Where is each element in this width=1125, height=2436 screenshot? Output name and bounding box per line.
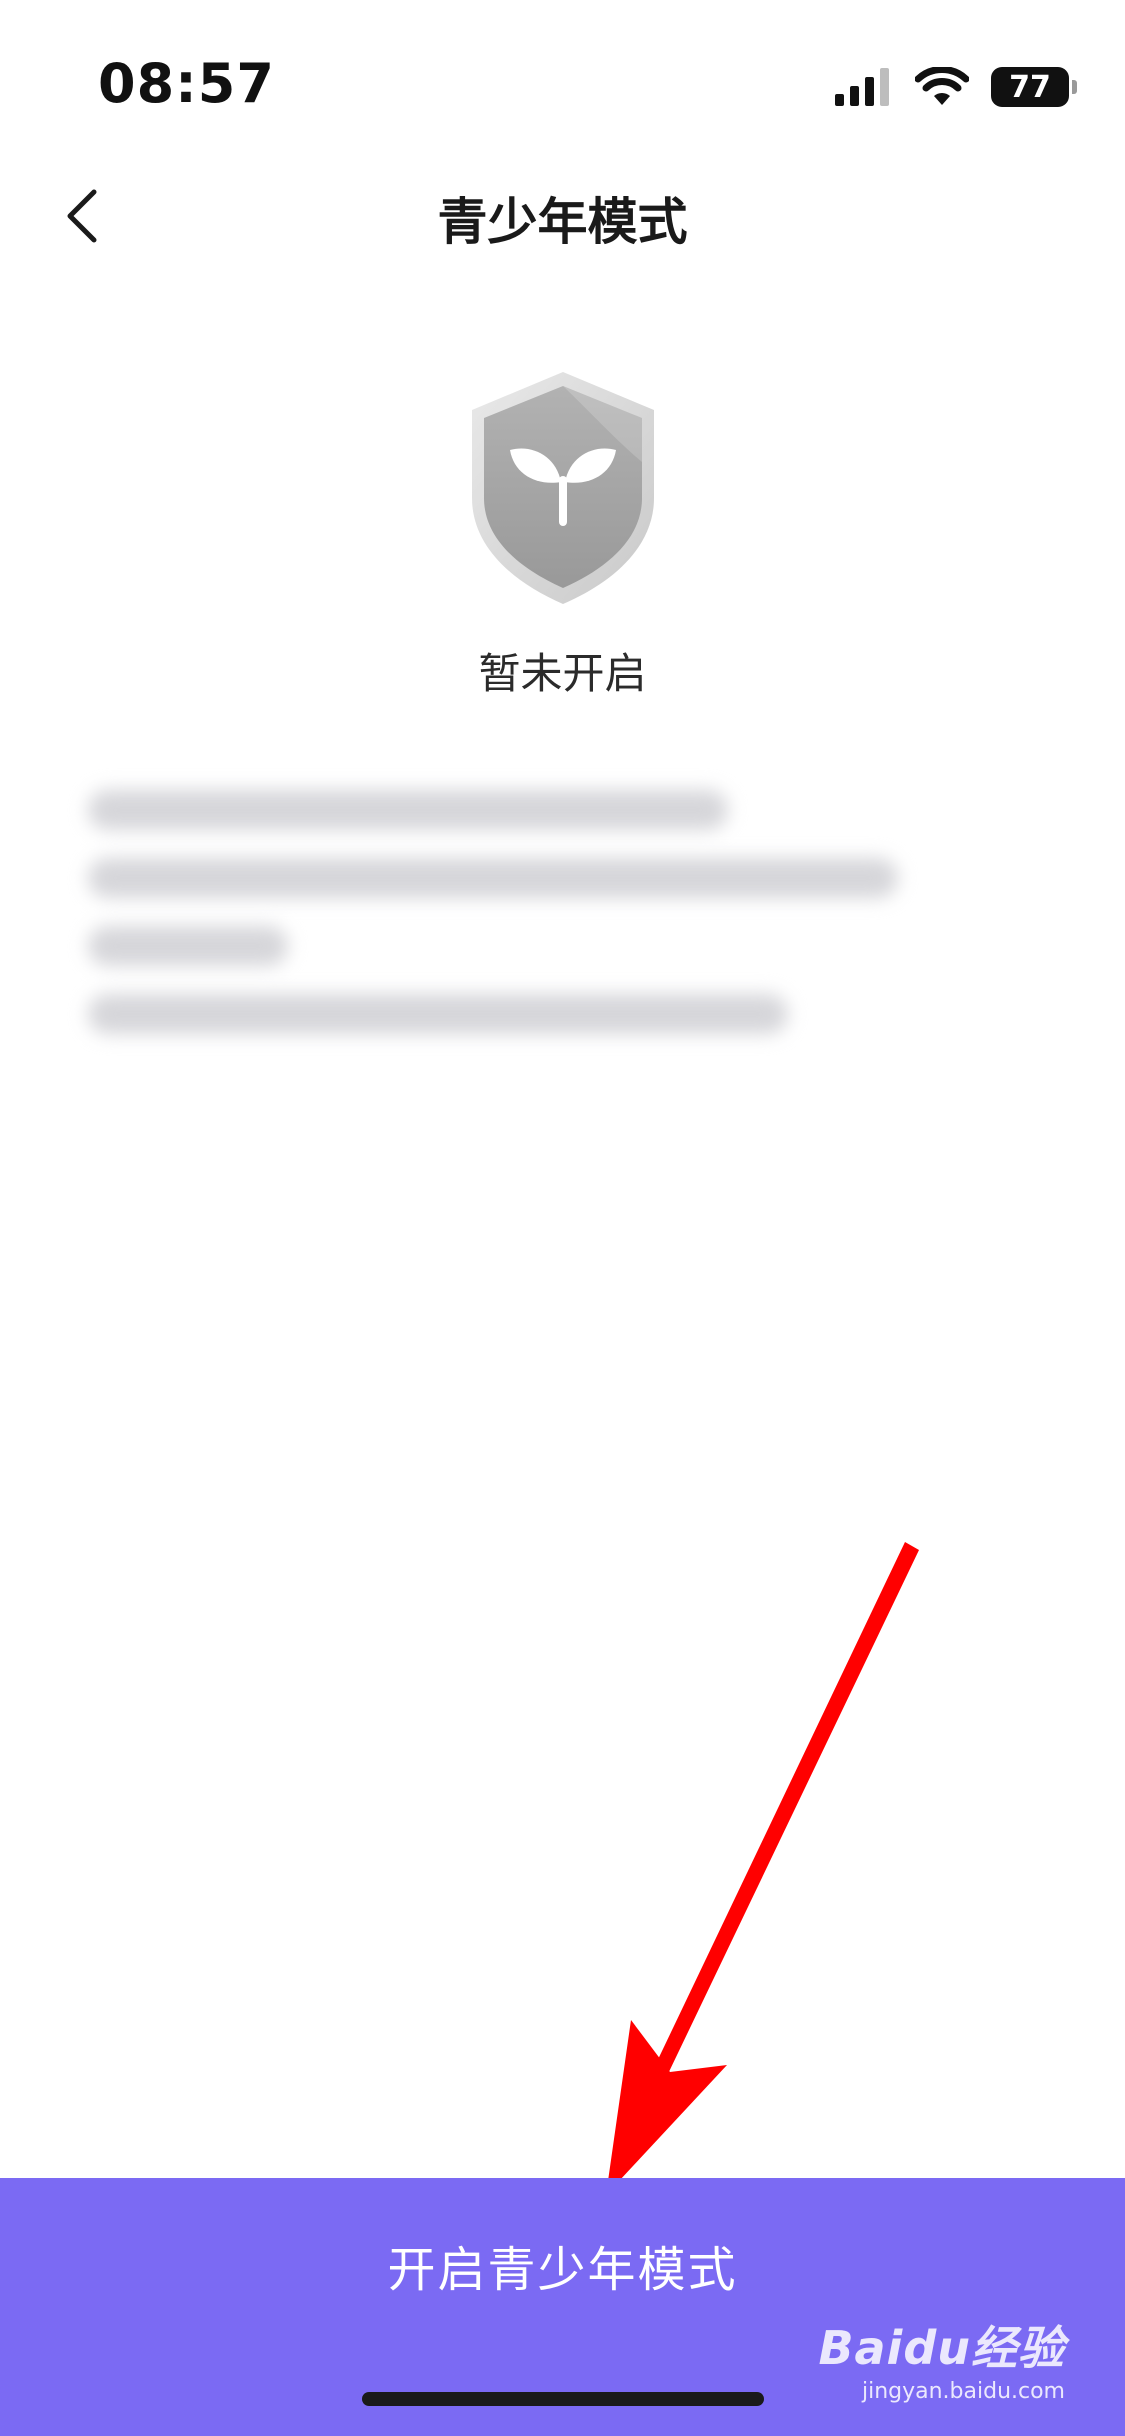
status-time: 08:57: [98, 52, 275, 115]
red-arrow-icon: [598, 1534, 927, 2203]
mode-description: [88, 790, 928, 1062]
baidu-watermark: Baidu经验 jingyan.baidu.com: [815, 2318, 1065, 2418]
cellular-signal-icon: [835, 68, 889, 106]
shield-sprout-icon: [472, 372, 654, 604]
description-line: [88, 790, 728, 830]
page-title: 青少年模式: [437, 193, 688, 251]
status-icons: 77: [835, 62, 1077, 112]
description-line: [88, 858, 898, 898]
battery-cap: [1072, 80, 1077, 94]
teen-mode-screen: 08:57 77 青少年模式 暂未开启 开启青少年模式 Baidu经验 jing…: [0, 0, 1125, 2436]
mode-status-label: 暂未开启: [478, 649, 647, 698]
wifi-icon: [915, 67, 969, 105]
watermark-domain: jingyan.baidu.com: [861, 2379, 1065, 2404]
battery-level: 77: [1009, 69, 1051, 105]
battery-icon: 77: [991, 67, 1077, 107]
description-line: [88, 994, 788, 1034]
home-indicator[interactable]: [362, 2392, 764, 2406]
teen-mode-badge: [466, 370, 660, 606]
description-line: [88, 926, 288, 966]
watermark-brand: Baidu经验: [818, 2321, 1065, 2375]
enable-teen-mode-label: 开启青少年模式: [387, 2244, 738, 2297]
